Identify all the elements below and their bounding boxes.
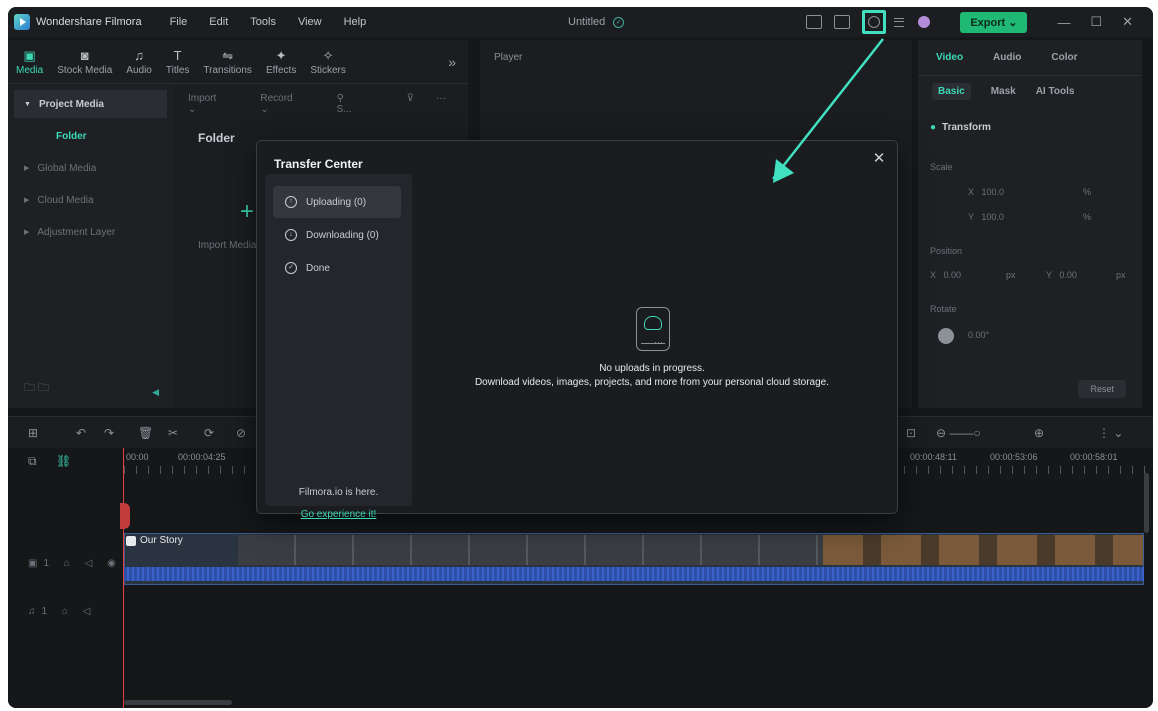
filmora-window: Wondershare Filmora File Edit Tools View… xyxy=(8,7,1153,708)
annotation-arrow xyxy=(772,38,884,183)
